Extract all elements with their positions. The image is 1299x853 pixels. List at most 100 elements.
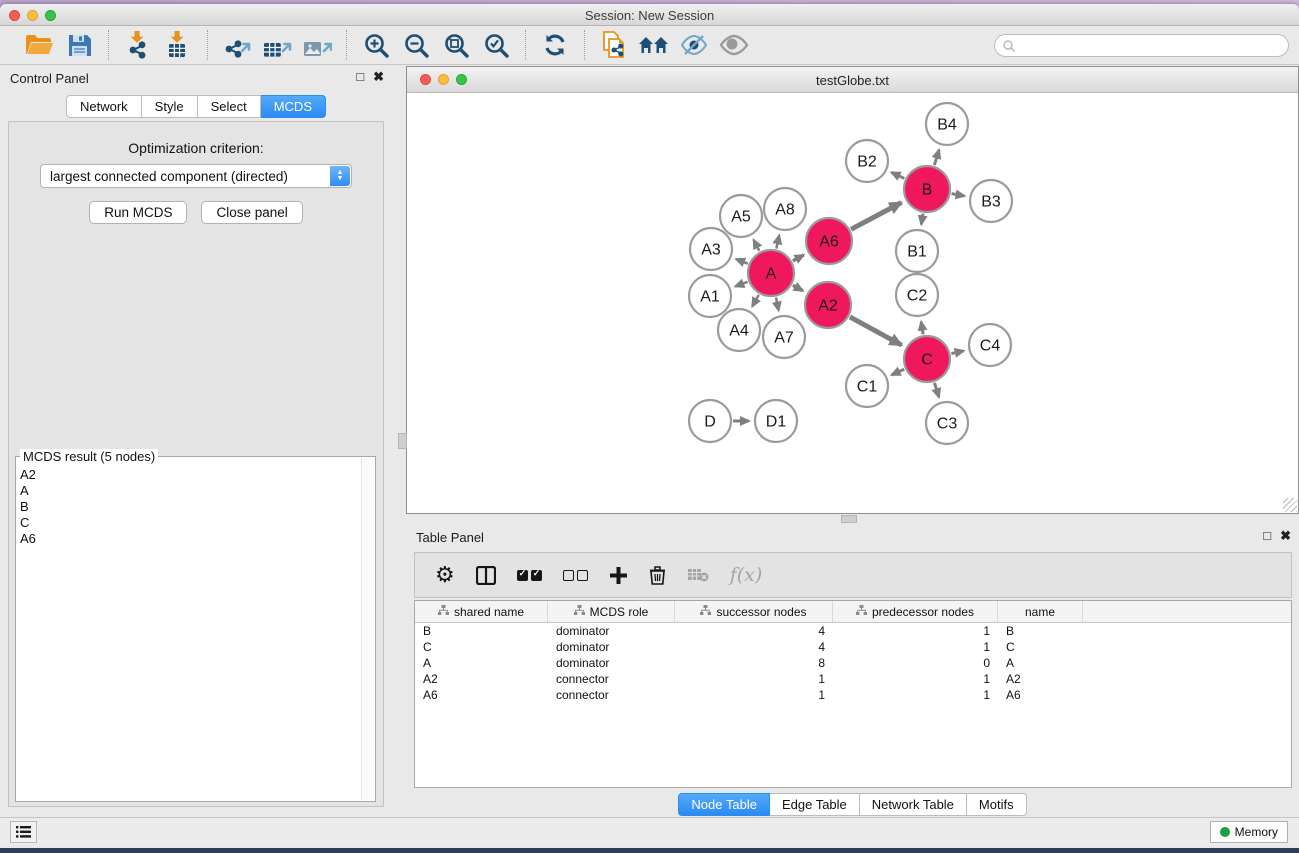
- node-C1[interactable]: C1: [846, 365, 888, 407]
- node-B1[interactable]: B1: [896, 230, 938, 272]
- node-C2[interactable]: C2: [896, 274, 938, 316]
- edge-B-B4[interactable]: [934, 150, 939, 165]
- result-item[interactable]: C: [20, 515, 361, 531]
- result-item[interactable]: A2: [20, 467, 361, 483]
- node-C[interactable]: C: [904, 336, 950, 382]
- table-row[interactable]: A6connector11A6: [415, 687, 1291, 703]
- run-mcds-button[interactable]: Run MCDS: [89, 201, 187, 224]
- refresh-icon[interactable]: [538, 30, 572, 60]
- tab-motifs[interactable]: Motifs: [967, 793, 1027, 816]
- zoom-in-icon[interactable]: [359, 30, 393, 60]
- edge-A-A1[interactable]: [735, 282, 747, 287]
- table-row[interactable]: Cdominator41C: [415, 639, 1291, 655]
- column-header-name[interactable]: name: [998, 601, 1083, 622]
- node-A1[interactable]: A1: [689, 275, 731, 317]
- import-table-icon[interactable]: [161, 30, 195, 60]
- tab-network-table[interactable]: Network Table: [860, 793, 967, 816]
- node-B[interactable]: B: [904, 166, 950, 212]
- network-canvas[interactable]: B4 B2 B B3 A8A5 A6 A3 B1 A A1 C2 A2 A4A7 C4 C C1 D D1 C3: [407, 93, 1298, 513]
- edge-A-A6[interactable]: [793, 255, 804, 261]
- node-C4[interactable]: C4: [969, 324, 1011, 366]
- node-A6[interactable]: A6: [806, 218, 852, 264]
- node-B3[interactable]: B3: [970, 180, 1012, 222]
- add-column-icon[interactable]: [609, 566, 628, 585]
- node-C3[interactable]: C3: [926, 402, 968, 444]
- edge-A-A4[interactable]: [752, 295, 759, 307]
- column-panel-icon[interactable]: [476, 566, 496, 585]
- tab-select[interactable]: Select: [198, 95, 261, 118]
- edge-C-C3[interactable]: [934, 383, 938, 397]
- first-neighbors-icon[interactable]: [637, 30, 671, 60]
- column-header-successor-nodes[interactable]: successor nodes: [675, 601, 833, 622]
- edge-A-A8[interactable]: [776, 235, 779, 248]
- column-header-shared-name[interactable]: shared name: [415, 601, 548, 622]
- edge-B-B3[interactable]: [952, 194, 965, 196]
- edge-A-A7[interactable]: [776, 297, 779, 310]
- edge-A-A3[interactable]: [736, 259, 748, 264]
- zoom-fit-icon[interactable]: [439, 30, 473, 60]
- show-all-icon[interactable]: [717, 30, 751, 60]
- select-all-icon[interactable]: [517, 570, 542, 581]
- vertical-split-handle[interactable]: [398, 433, 407, 449]
- node-A7[interactable]: A7: [763, 316, 805, 358]
- horizontal-split-handle[interactable]: [841, 515, 857, 523]
- node-D1[interactable]: D1: [755, 400, 797, 442]
- tab-node-table[interactable]: Node Table: [678, 793, 770, 816]
- delete-column-icon[interactable]: [649, 566, 666, 585]
- close-table-panel-icon[interactable]: ✖: [1280, 529, 1291, 543]
- tab-edge-table[interactable]: Edge Table: [770, 793, 860, 816]
- task-history-button[interactable]: [10, 821, 37, 843]
- edge-A-A5[interactable]: [754, 240, 760, 251]
- node-B2[interactable]: B2: [846, 140, 888, 182]
- zoom-selected-icon[interactable]: [479, 30, 513, 60]
- tab-mcds[interactable]: MCDS: [261, 95, 326, 118]
- edge-C-C1[interactable]: [892, 369, 905, 375]
- mcds-result-list[interactable]: A2ABCA6: [20, 467, 361, 799]
- zoom-out-icon[interactable]: [399, 30, 433, 60]
- save-session-icon[interactable]: [62, 30, 96, 60]
- result-scrollbar[interactable]: [361, 458, 374, 800]
- edge-A6-B[interactable]: [851, 203, 901, 230]
- node-A2[interactable]: A2: [805, 282, 851, 328]
- tab-style[interactable]: Style: [142, 95, 198, 118]
- hide-selected-icon[interactable]: [677, 30, 711, 60]
- open-session-icon[interactable]: [22, 30, 56, 60]
- export-network-icon[interactable]: [220, 30, 254, 60]
- column-header-MCDS-role[interactable]: MCDS role: [548, 601, 675, 622]
- copy-network-icon[interactable]: [597, 30, 631, 60]
- node-A5[interactable]: A5: [720, 195, 762, 237]
- table-row[interactable]: Adominator80A: [415, 655, 1291, 671]
- node-A8[interactable]: A8: [764, 188, 806, 230]
- node-A[interactable]: A: [748, 250, 794, 296]
- close-panel-icon[interactable]: ✖: [373, 70, 384, 84]
- node-B4[interactable]: B4: [926, 103, 968, 145]
- optimization-criterion-select[interactable]: largest connected component (directed) ▲…: [40, 164, 352, 188]
- tab-network[interactable]: Network: [66, 95, 142, 118]
- node-D[interactable]: D: [689, 400, 731, 442]
- node-A4[interactable]: A4: [718, 309, 760, 351]
- column-header-predecessor-nodes[interactable]: predecessor nodes: [833, 601, 998, 622]
- table-row[interactable]: Bdominator41B: [415, 623, 1291, 639]
- network-window-titlebar[interactable]: testGlobe.txt: [407, 67, 1298, 93]
- edge-A-A2[interactable]: [793, 285, 803, 291]
- memory-button[interactable]: Memory: [1210, 821, 1288, 843]
- settings-gear-icon[interactable]: ⚙: [435, 562, 455, 588]
- import-network-icon[interactable]: [121, 30, 155, 60]
- edge-C-C4[interactable]: [951, 351, 963, 354]
- edge-A2-C[interactable]: [850, 317, 902, 345]
- edge-B-B2[interactable]: [891, 172, 904, 178]
- export-table-icon[interactable]: [260, 30, 294, 60]
- edge-B-B1[interactable]: [921, 214, 923, 225]
- deselect-all-icon[interactable]: [563, 570, 588, 581]
- export-image-icon[interactable]: [300, 30, 334, 60]
- result-item[interactable]: B: [20, 499, 361, 515]
- edge-C-C2[interactable]: [921, 322, 923, 335]
- float-table-panel-icon[interactable]: □: [1263, 529, 1271, 543]
- node-A3[interactable]: A3: [690, 228, 732, 270]
- result-item[interactable]: A: [20, 483, 361, 499]
- close-panel-button[interactable]: Close panel: [201, 201, 302, 224]
- result-item[interactable]: A6: [20, 531, 361, 547]
- resize-grip[interactable]: [1283, 498, 1297, 512]
- table-row[interactable]: A2connector11A2: [415, 671, 1291, 687]
- search-input[interactable]: [994, 34, 1289, 57]
